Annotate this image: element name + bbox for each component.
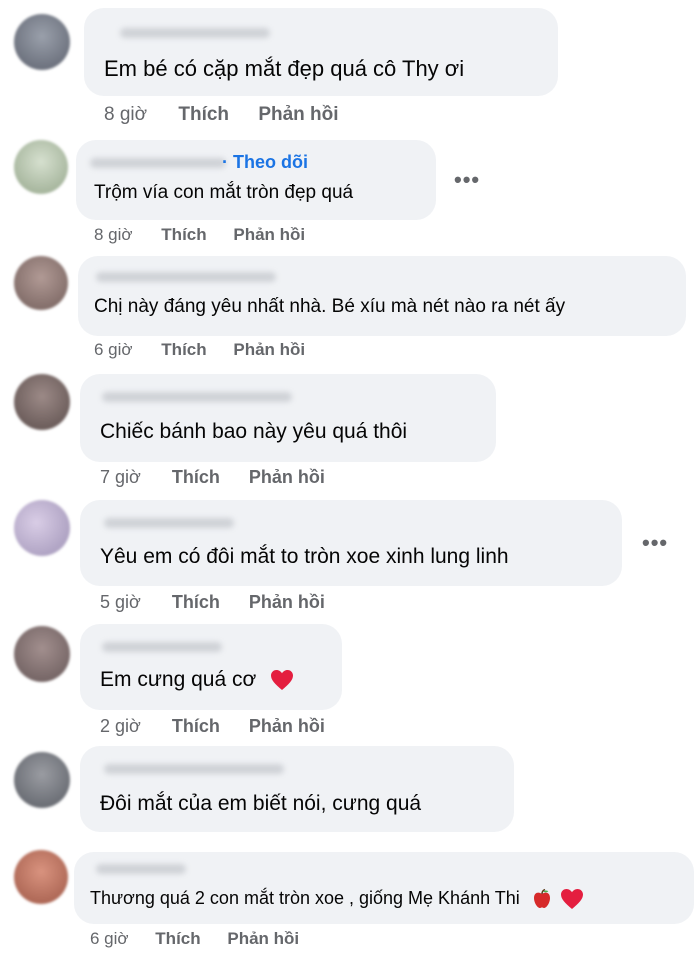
comment-bubble: Thương quá 2 con mắt tròn xoe , giống Mẹ… (74, 852, 694, 924)
comment-actions: 7 giờ Thích Phản hồi (100, 467, 325, 488)
commenter-name[interactable] (104, 764, 284, 774)
commenter-name[interactable] (96, 272, 276, 282)
avatar[interactable] (14, 140, 68, 194)
comment-actions: 8 giờ Thích Phản hồi (104, 104, 339, 126)
like-button[interactable]: Thích (172, 716, 220, 737)
reply-button[interactable]: Phản hồi (233, 225, 305, 245)
like-button[interactable]: Thích (178, 104, 229, 126)
comment-text: Yêu em có đôi mắt to tròn xoe xinh lung … (100, 545, 509, 568)
more-options-icon[interactable]: ••• (454, 169, 480, 191)
comment-actions: 5 giờ Thích Phản hồi (100, 592, 325, 613)
comment-actions: 8 giờ Thích Phản hồi (94, 225, 305, 245)
commenter-name[interactable] (120, 28, 270, 38)
more-options-icon[interactable]: ••• (642, 532, 668, 554)
avatar[interactable] (14, 14, 70, 70)
like-button[interactable]: Thích (161, 340, 206, 360)
comment-text: Trộm vía con mắt tròn đẹp quá (94, 182, 354, 203)
heart-icon (560, 889, 583, 910)
avatar[interactable] (14, 256, 68, 310)
comment-text: Thương quá 2 con mắt tròn xoe , giống Mẹ… (90, 888, 584, 910)
comment-bubble: Em cưng quá cơ (80, 624, 342, 710)
comment-time[interactable]: 2 giờ (100, 716, 141, 737)
comment-text: Chị này đáng yêu nhất nhà. Bé xíu mà nét… (94, 296, 566, 317)
reply-button[interactable]: Phản hồi (233, 340, 305, 360)
comment-text: Chiếc bánh bao này yêu quá thôi (100, 420, 408, 443)
reply-button[interactable]: Phản hồi (258, 104, 338, 126)
reply-button[interactable]: Phản hồi (249, 467, 325, 488)
commenter-name[interactable] (102, 392, 292, 402)
comment-bubble: · Theo dõi Trộm vía con mắt tròn đẹp quá (76, 140, 436, 220)
commenter-name[interactable] (104, 518, 234, 528)
like-button[interactable]: Thích (172, 592, 220, 613)
comment-bubble: Đôi mắt của em biết nói, cưng quá (80, 746, 514, 832)
like-button[interactable]: Thích (172, 467, 220, 488)
like-button[interactable]: Thích (155, 929, 200, 949)
commenter-name[interactable] (96, 864, 186, 874)
comment-text: Em bé có cặp mắt đẹp quá cô Thy ơi (104, 56, 465, 81)
comment-text: Đôi mắt của em biết nói, cưng quá (100, 792, 422, 815)
comment-time[interactable]: 6 giờ (90, 929, 129, 949)
comment-text-content: Em cưng quá cơ (100, 668, 257, 691)
reply-button[interactable]: Phản hồi (249, 716, 325, 737)
comment-time[interactable]: 8 giờ (104, 104, 147, 126)
comment-actions: 2 giờ Thích Phản hồi (100, 716, 325, 737)
comment-bubble: Em bé có cặp mắt đẹp quá cô Thy ơi (84, 8, 558, 96)
comment-bubble: Chiếc bánh bao này yêu quá thôi (80, 374, 496, 462)
heart-icon (271, 670, 294, 691)
comment-actions: 6 giờ Thích Phản hồi (94, 340, 305, 360)
comment-time[interactable]: 7 giờ (100, 467, 141, 488)
avatar[interactable] (14, 752, 70, 808)
reply-button[interactable]: Phản hồi (227, 929, 299, 949)
reply-button[interactable]: Phản hồi (249, 592, 325, 613)
commenter-name[interactable] (90, 158, 226, 168)
comment-bubble: Yêu em có đôi mắt to tròn xoe xinh lung … (80, 500, 622, 586)
comment-time[interactable]: 6 giờ (94, 340, 133, 360)
commenter-name[interactable] (102, 642, 222, 652)
comment-text-content: Thương quá 2 con mắt tròn xoe , giống Mẹ… (90, 888, 520, 908)
avatar[interactable] (14, 850, 68, 904)
comment-time[interactable]: 8 giờ (94, 225, 133, 245)
apple-icon (533, 889, 550, 909)
avatar[interactable] (14, 500, 70, 556)
like-button[interactable]: Thích (161, 225, 206, 245)
comment-text: Em cưng quá cơ (100, 668, 294, 692)
avatar[interactable] (14, 626, 70, 682)
avatar[interactable] (14, 374, 70, 430)
comment-time[interactable]: 5 giờ (100, 592, 141, 613)
follow-link[interactable]: · Theo dõi (222, 152, 308, 173)
comment-bubble: Chị này đáng yêu nhất nhà. Bé xíu mà nét… (78, 256, 686, 336)
comment-actions: 6 giờ Thích Phản hồi (90, 929, 299, 949)
